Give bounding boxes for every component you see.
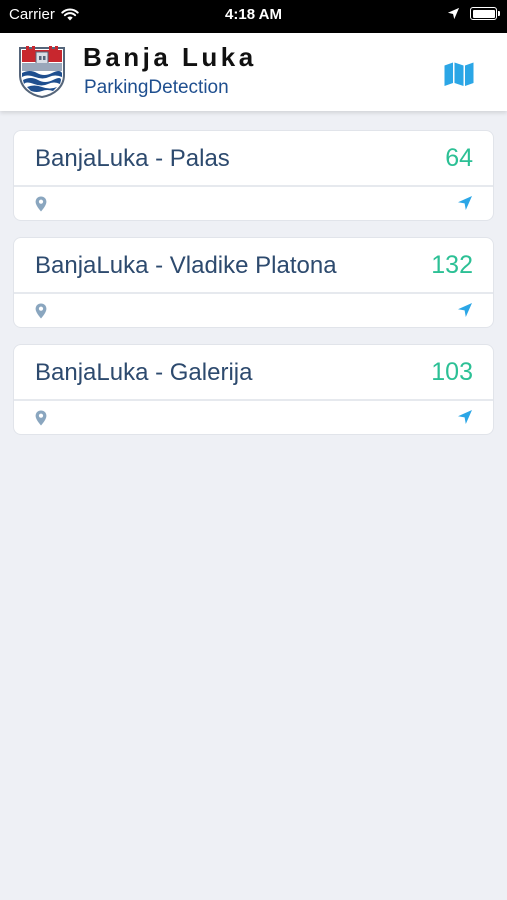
parking-card-footer [14, 401, 493, 434]
location-pin-icon [35, 196, 47, 212]
map-button[interactable] [442, 59, 476, 89]
parking-list: BanjaLuka - Palas 64 BanjaLuka - Vladike… [13, 130, 494, 451]
parking-card-footer [14, 294, 493, 327]
app-subtitle: ParkingDetection [84, 77, 229, 98]
app-header: Banja Luka ParkingDetection [0, 33, 507, 111]
parking-card-header: BanjaLuka - Vladike Platona 132 [14, 238, 493, 294]
banja-luka-logo [19, 46, 65, 98]
app-title: Banja Luka [83, 42, 257, 72]
status-time: 4:18 AM [225, 6, 282, 23]
battery-icon [470, 7, 500, 20]
free-spots-count: 132 [431, 251, 473, 279]
parking-card-palas[interactable]: BanjaLuka - Palas 64 [13, 130, 494, 221]
free-spots-count: 103 [431, 358, 473, 386]
parking-name: BanjaLuka - Vladike Platona [35, 252, 337, 279]
parking-name: BanjaLuka - Palas [35, 145, 230, 172]
navigate-icon[interactable] [457, 195, 473, 211]
location-arrow-icon [447, 7, 460, 20]
parking-card-vladike-platona[interactable]: BanjaLuka - Vladike Platona 132 [13, 237, 494, 328]
parking-card-footer [14, 187, 493, 220]
parking-card-header: BanjaLuka - Galerija 103 [14, 345, 493, 401]
location-pin-icon [35, 303, 47, 319]
status-right [447, 7, 500, 20]
map-icon [444, 62, 474, 86]
free-spots-count: 64 [445, 144, 473, 172]
navigate-icon[interactable] [457, 409, 473, 425]
status-bar: Carrier 4:18 AM [0, 0, 507, 33]
parking-name: BanjaLuka - Galerija [35, 359, 253, 386]
parking-card-galerija[interactable]: BanjaLuka - Galerija 103 [13, 344, 494, 435]
parking-card-header: BanjaLuka - Palas 64 [14, 131, 493, 187]
navigate-icon[interactable] [457, 302, 473, 318]
location-pin-icon [35, 410, 47, 426]
